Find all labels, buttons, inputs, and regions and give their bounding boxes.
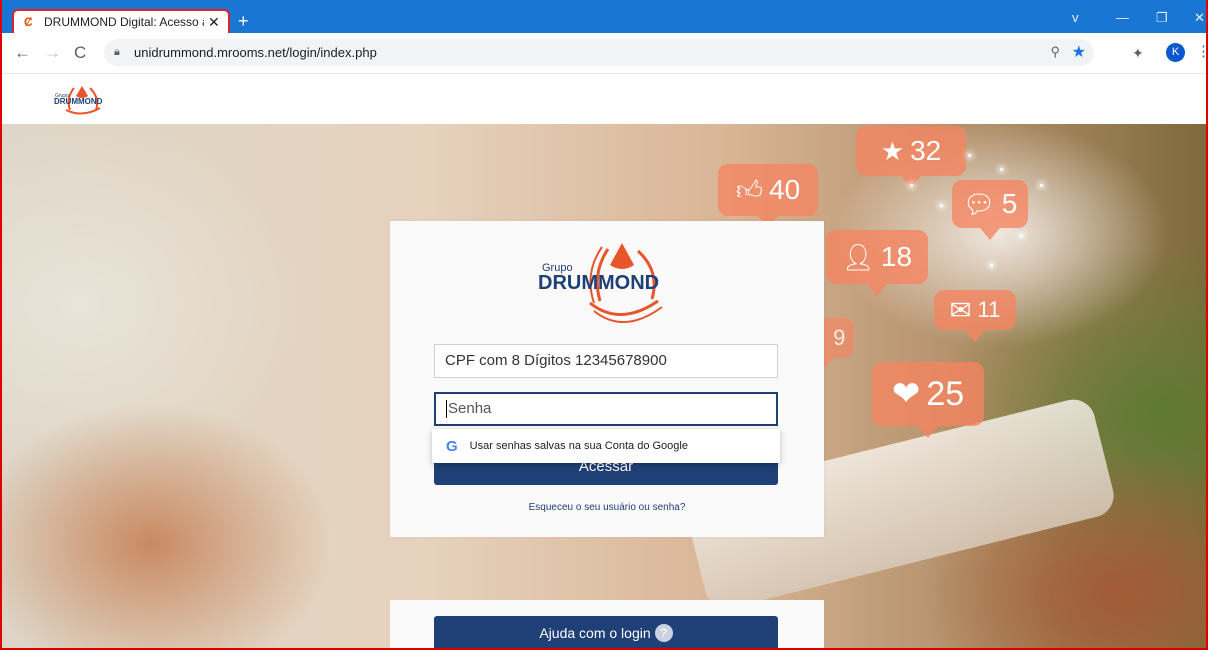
mail-badge: ✉ 11: [934, 290, 1016, 342]
speech-bubble-icon: 💬︎: [962, 188, 996, 219]
drummond-logo: Grupo DRUMMOND: [538, 243, 663, 324]
username-input[interactable]: CPF com 8 Dígitos 12345678900: [434, 344, 778, 378]
restore-button[interactable]: ❐: [1156, 10, 1168, 26]
tab-title: DRUMMOND Digital: Acesso ao: [44, 15, 204, 29]
tab-search-icon[interactable]: v: [1072, 10, 1079, 25]
address-bar[interactable]: 🔒︎ unidrummond.mrooms.net/login/index.ph…: [104, 39, 1094, 66]
browser-menu-icon[interactable]: ⋮: [1196, 42, 1208, 60]
url-text[interactable]: unidrummond.mrooms.net/login/index.php: [134, 45, 377, 60]
zoom-icon[interactable]: ⚲: [1050, 44, 1060, 60]
browser-title-bar: Ȼ DRUMMOND Digital: Acesso ao ✕ + v — ❐ …: [0, 0, 1208, 33]
saved-passwords-suggestion[interactable]: G Usar senhas salvas na sua Conta do Goo…: [432, 429, 780, 463]
tab-close-icon[interactable]: ✕: [208, 14, 220, 31]
password-placeholder: Senha: [448, 400, 492, 417]
question-mark-icon: ?: [654, 624, 673, 642]
help-card: Ajuda com o login ?: [390, 600, 824, 650]
text-caret: [446, 400, 447, 419]
like-badge: 👍︎ 40: [718, 164, 818, 228]
browser-tab[interactable]: Ȼ DRUMMOND Digital: Acesso ao ✕: [12, 9, 230, 33]
back-arrow-icon[interactable]: ←: [14, 43, 31, 63]
login-help-label: Ajuda com o login: [539, 625, 651, 641]
close-window-button[interactable]: ✕: [1194, 10, 1205, 26]
reload-icon[interactable]: C: [74, 43, 86, 63]
star-badge: ★ 32: [856, 126, 966, 188]
envelope-icon: ✉: [949, 294, 972, 325]
heart-badge: ❤ 25: [872, 362, 984, 438]
login-help-button[interactable]: Ajuda com o login ?: [434, 616, 778, 650]
star-icon: ★: [880, 135, 905, 166]
login-card: Grupo DRUMMOND: [390, 221, 824, 537]
browser-toolbar: ← → C 🔒︎ unidrummond.mrooms.net/login/in…: [0, 33, 1208, 74]
person-badge: 👤︎ 18: [826, 230, 928, 296]
new-tab-button[interactable]: +: [238, 11, 249, 32]
extensions-puzzle-icon[interactable]: ✦: [1132, 45, 1144, 62]
password-input[interactable]: Senha: [434, 392, 778, 426]
drummond-small-logo[interactable]: Grupo DRUMMOND: [52, 82, 112, 116]
svg-text:DRUMMOND: DRUMMOND: [54, 97, 103, 106]
heart-icon: ❤: [891, 375, 921, 413]
forward-arrow-icon[interactable]: →: [44, 43, 61, 63]
thumbs-up-icon: 👍︎: [735, 174, 763, 205]
google-icon: G: [446, 437, 458, 455]
person-icon: 👤︎: [841, 241, 875, 272]
site-header: Grupo DRUMMOND: [0, 74, 1208, 124]
lock-icon[interactable]: 🔒︎: [114, 46, 128, 59]
site-favicon-icon: Ȼ: [24, 15, 33, 29]
bookmark-star-icon[interactable]: ★: [1072, 42, 1086, 62]
suggestion-text: Usar senhas salvas na sua Conta do Googl…: [469, 440, 688, 452]
profile-avatar[interactable]: K: [1166, 43, 1185, 62]
minimize-button[interactable]: —: [1116, 10, 1129, 25]
comment-badge: 💬︎ 5: [952, 180, 1028, 240]
svg-text:DRUMMOND: DRUMMOND: [538, 272, 659, 294]
forgot-password-link[interactable]: Esqueceu o seu usuário ou senha?: [390, 502, 824, 513]
